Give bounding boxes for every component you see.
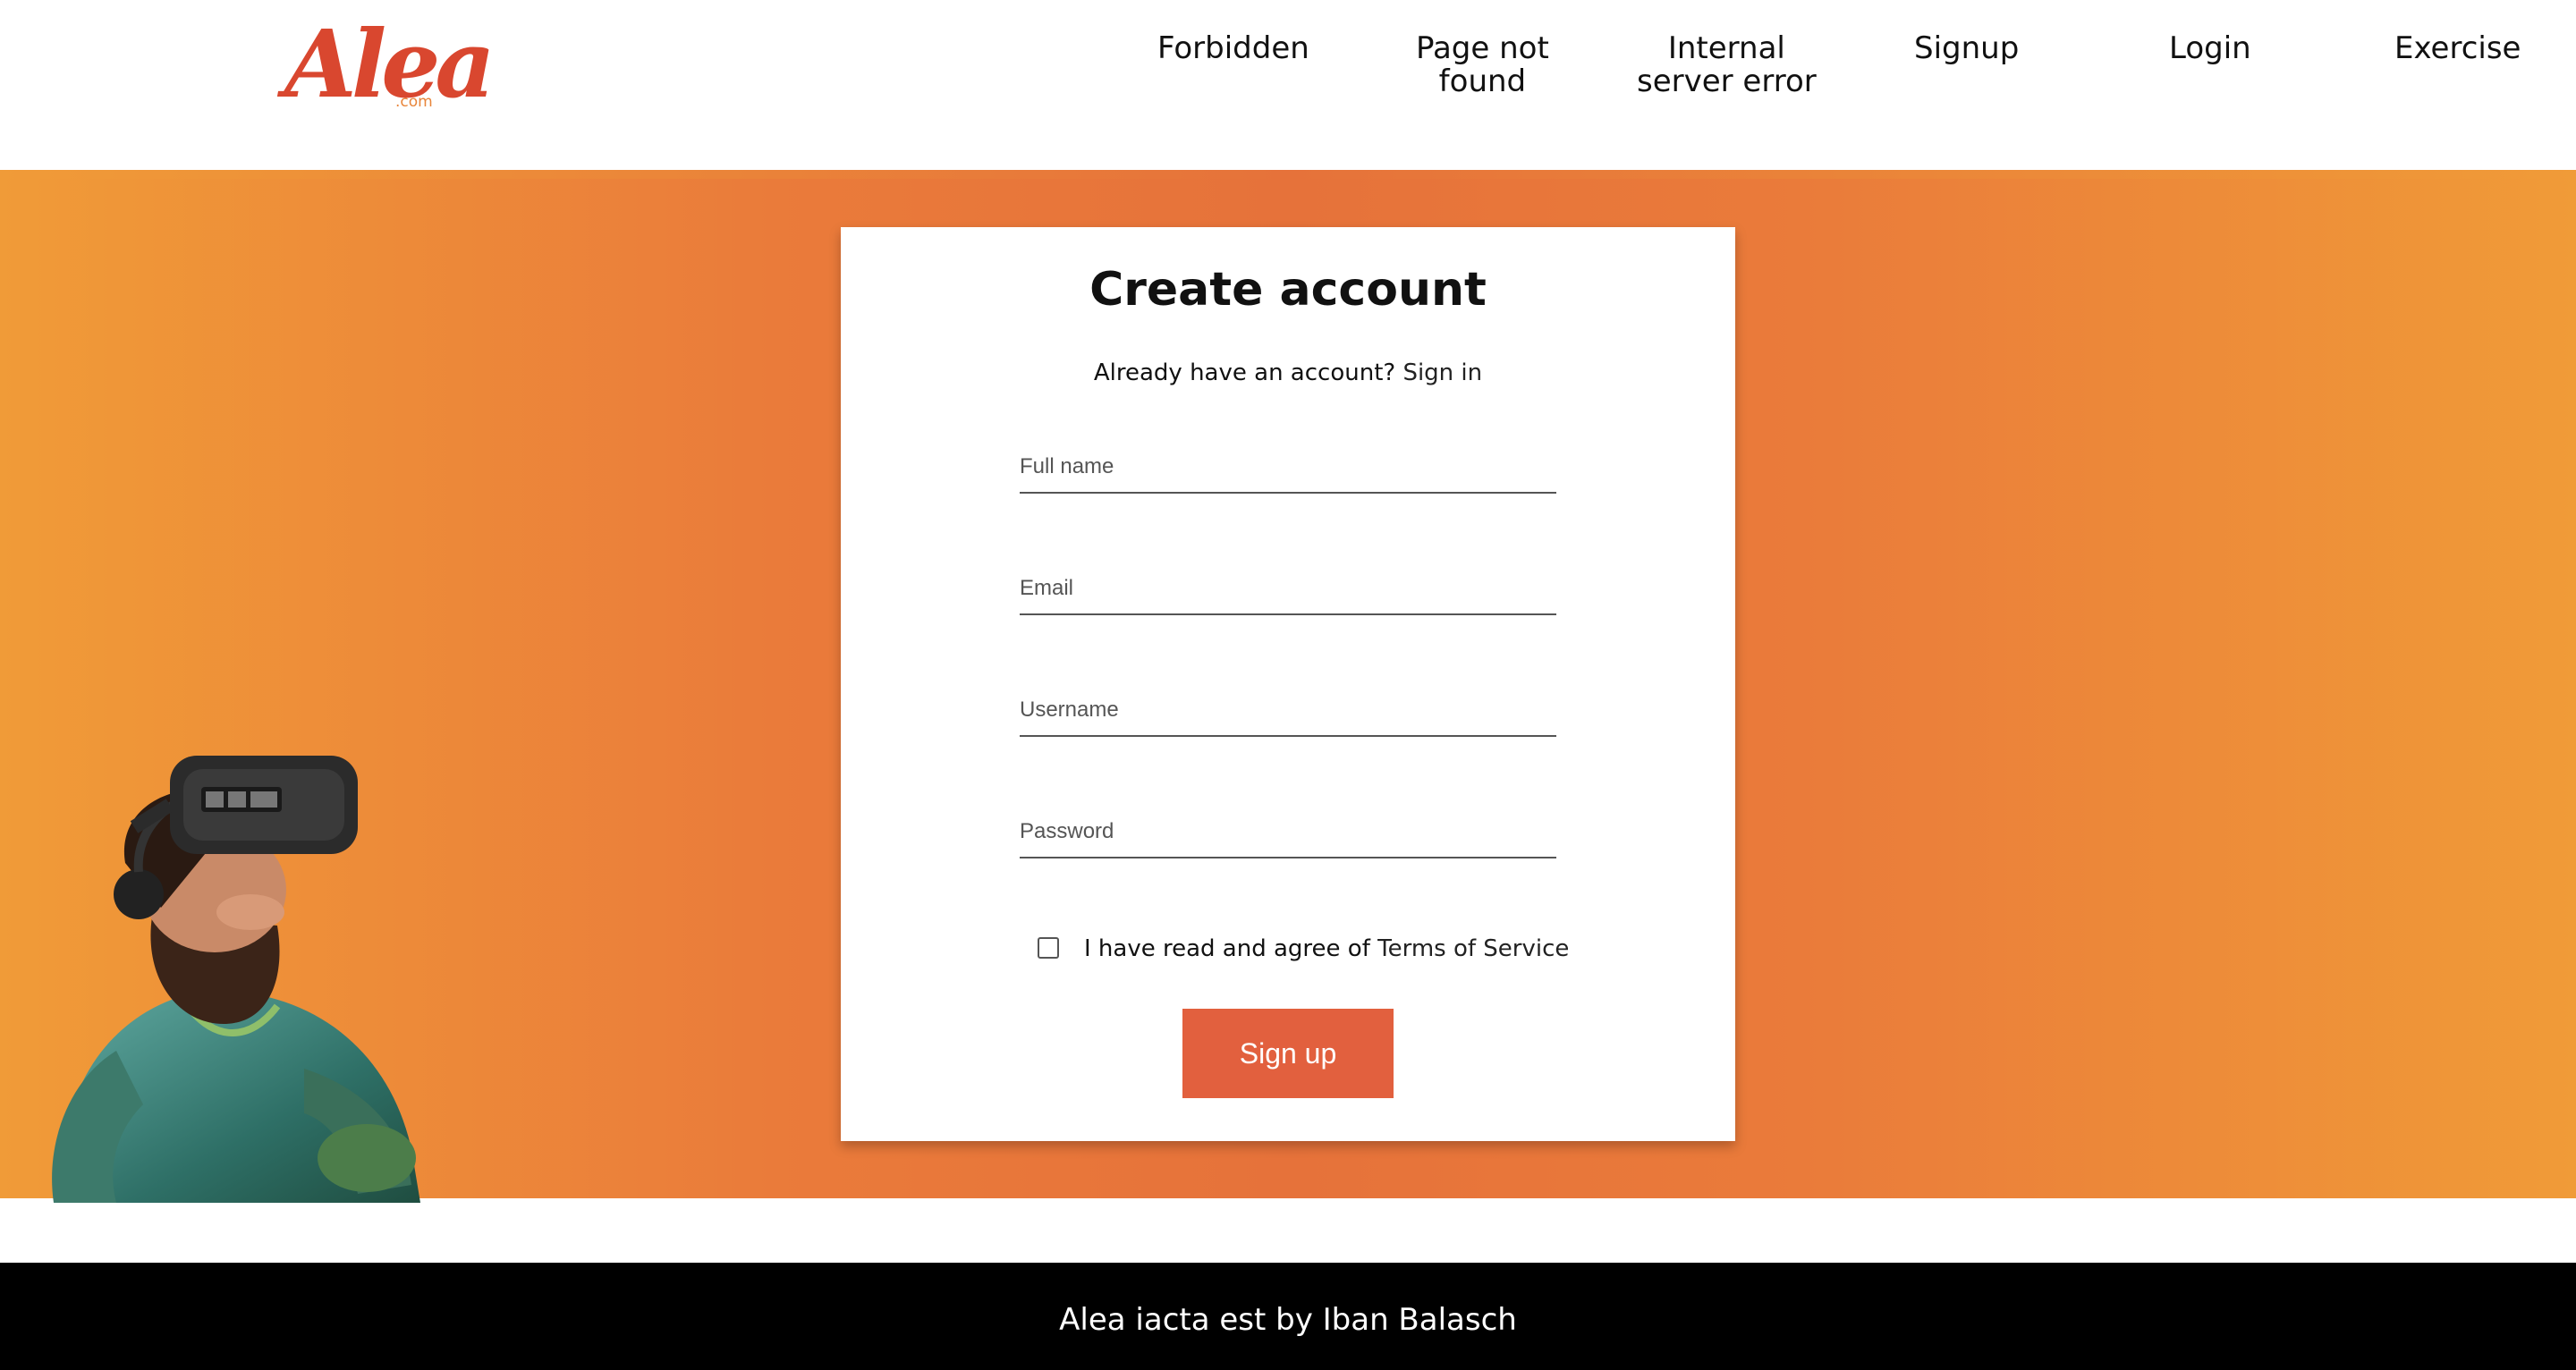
alea-logo[interactable]: Alea .com [279,9,496,121]
nav-item-login[interactable]: Login [2169,32,2251,65]
signin-prompt-text: Already have an account? [1093,359,1396,386]
vr-character-illustration [52,756,421,1203]
nav-item-page-not-found[interactable]: Page not found [1416,32,1549,98]
email-field [1020,562,1556,615]
logo-text: Alea [284,9,496,119]
site-header: Alea .com Forbidden Page not found Inter… [0,0,2576,170]
terms-of-service-link[interactable]: Terms of Service [1377,935,1569,962]
password-input[interactable] [1020,816,1556,848]
nav-item-internal-server-error[interactable]: Internal server error [1637,32,1817,98]
nav-item-signup[interactable]: Signup [1914,32,2019,65]
username-field [1020,683,1556,737]
sign-up-button[interactable]: Sign up [1182,1009,1394,1098]
logo-subtext: .com [395,93,433,111]
password-field [1020,805,1556,858]
full-name-input[interactable] [1020,451,1556,483]
signin-prompt: Already have an account? Sign in [841,359,1735,386]
signup-card: Create account Already have an account? … [841,227,1735,1141]
full-name-field [1020,440,1556,494]
terms-label-text: I have read and agree of [1084,935,1370,962]
footer-credit: Alea iacta est by Iban Balasch [1059,1302,1517,1338]
terms-label: I have read and agree of Terms of Servic… [1084,935,1569,962]
sign-in-link[interactable]: Sign in [1402,359,1482,386]
nav-item-forbidden[interactable]: Forbidden [1157,32,1309,65]
email-input[interactable] [1020,572,1556,605]
username-input[interactable] [1020,694,1556,726]
page-title: Create account [1089,263,1487,317]
site-footer: Alea iacta est by Iban Balasch [0,1263,2576,1370]
nav-item-exercise[interactable]: Exercise [2394,32,2521,65]
main-nav: Forbidden Page not found Internal server… [1109,32,2540,113]
terms-row: I have read and agree of Terms of Servic… [1038,934,1574,969]
terms-checkbox[interactable] [1038,937,1059,959]
